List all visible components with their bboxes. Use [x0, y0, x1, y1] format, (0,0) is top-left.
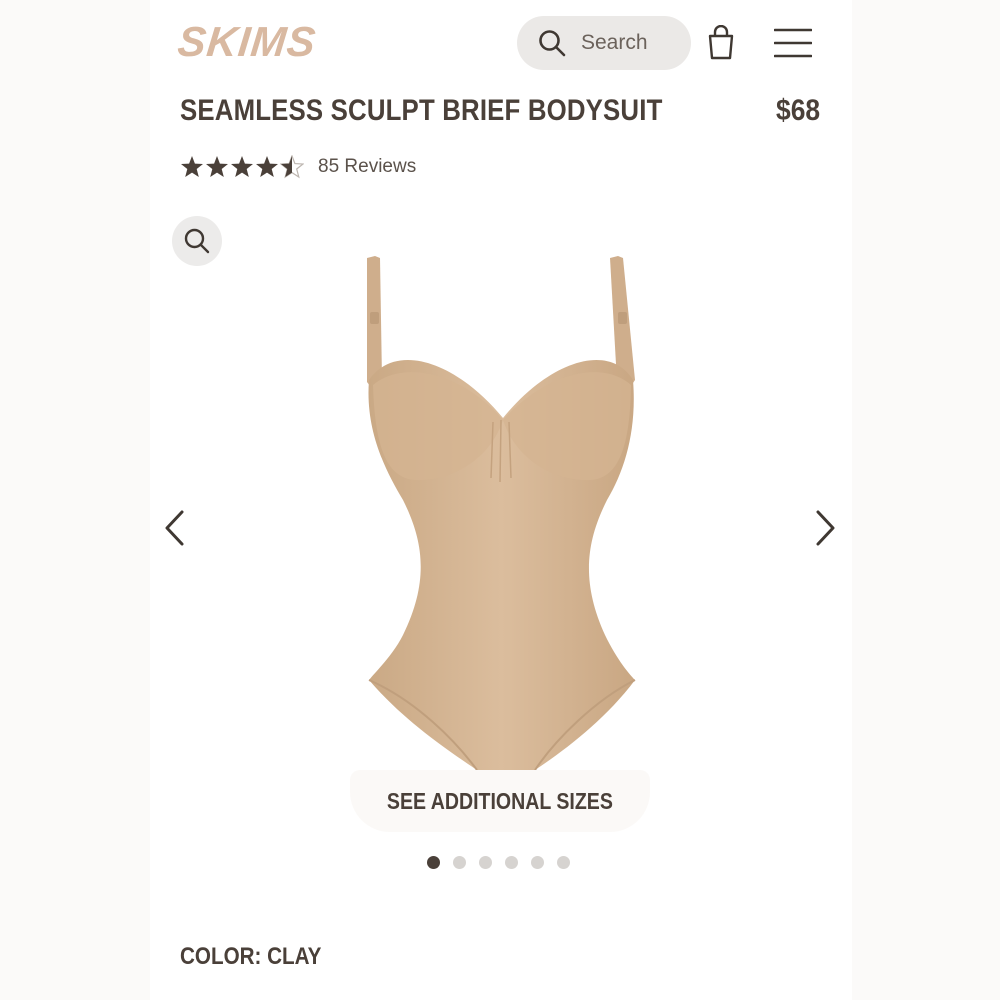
product-page: SKIMS Search SEAMLESS SCULPT BRIEF BODYS…: [150, 0, 852, 1000]
product-price: $68: [775, 94, 820, 127]
carousel-dot[interactable]: [453, 856, 466, 869]
search-icon: [539, 30, 566, 57]
search-bar[interactable]: Search: [517, 16, 691, 70]
background-left: [0, 0, 150, 1000]
star-half-icon: [280, 155, 304, 179]
chevron-right-icon[interactable]: [812, 508, 838, 548]
see-additional-sizes-button[interactable]: SEE ADDITIONAL SIZES: [350, 770, 650, 832]
zoom-icon: [184, 228, 210, 254]
rating-summary[interactable]: 85 Reviews: [180, 155, 416, 179]
star-icon: [231, 156, 253, 177]
carousel-dot[interactable]: [531, 856, 544, 869]
product-image[interactable]: [355, 250, 655, 770]
product-title: SEAMLESS SCULPT BRIEF BODYSUIT: [180, 94, 663, 127]
carousel-pagination: [427, 856, 570, 869]
color-label: COLOR: CLAY: [180, 943, 322, 970]
hamburger-menu-icon[interactable]: [774, 26, 812, 60]
reviews-link[interactable]: 85 Reviews: [318, 156, 416, 178]
shopping-bag-icon[interactable]: [706, 25, 736, 61]
zoom-button[interactable]: [172, 216, 222, 266]
star-rating: [180, 155, 304, 179]
search-placeholder: Search: [581, 31, 648, 54]
carousel-dot[interactable]: [427, 856, 440, 869]
background-right: [852, 0, 1000, 1000]
see-additional-sizes-label: SEE ADDITIONAL SIZES: [387, 787, 613, 814]
chevron-left-icon[interactable]: [162, 508, 188, 548]
star-icon: [256, 156, 278, 177]
star-icon: [181, 156, 203, 177]
carousel-dot[interactable]: [557, 856, 570, 869]
skims-logo[interactable]: SKIMS: [175, 18, 319, 66]
carousel-dot[interactable]: [505, 856, 518, 869]
carousel-dot[interactable]: [479, 856, 492, 869]
star-icon: [206, 156, 228, 177]
